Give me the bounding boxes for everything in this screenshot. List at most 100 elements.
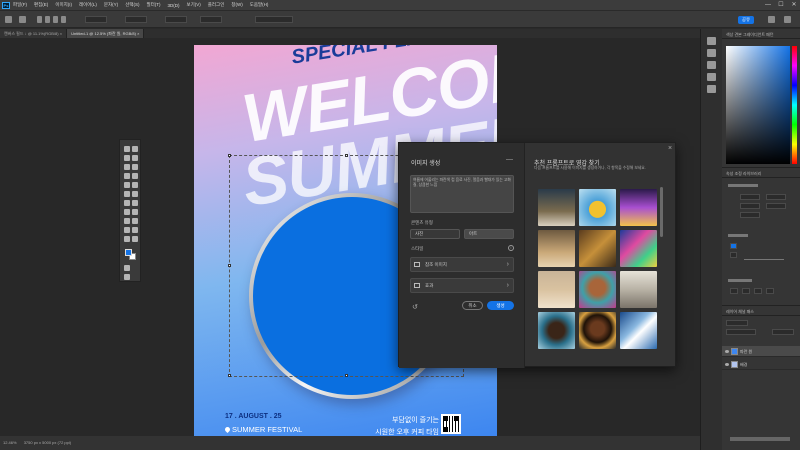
artboard-tool-icon[interactable]: [132, 146, 138, 152]
stroke-slider[interactable]: [744, 259, 784, 260]
menu-layer[interactable]: 레이어(L): [79, 2, 97, 8]
effects-button[interactable]: 효과 ›: [410, 278, 514, 293]
color-picker-field[interactable]: [726, 46, 790, 164]
zoom-level[interactable]: 12.46%: [3, 440, 17, 445]
paragraph-panel-icon[interactable]: [707, 73, 716, 81]
history-brush-icon[interactable]: [132, 191, 138, 197]
gallery-thumbnail[interactable]: [538, 271, 575, 308]
cancel-button[interactable]: 취소: [462, 301, 483, 310]
screen-mode-icon[interactable]: [124, 274, 130, 280]
gallery-thumbnail[interactable]: [538, 230, 575, 267]
collapse-icon[interactable]: —: [506, 156, 513, 163]
blur-tool-icon[interactable]: [124, 209, 130, 215]
prompt-textarea[interactable]: 여름에 어울리는 파란색 컵 음료 사진, 얼음과 빨대가 있는 고화질, 상큼…: [410, 175, 514, 213]
path-select-tool-icon[interactable]: [124, 227, 130, 233]
feather-field[interactable]: [85, 16, 107, 23]
healing-brush-icon[interactable]: [124, 182, 130, 188]
quick-mask-icon[interactable]: [124, 265, 130, 271]
marquee-tool-icon[interactable]: [19, 16, 26, 23]
object-select-tool-icon[interactable]: [124, 164, 130, 170]
gallery-thumbnail[interactable]: [538, 312, 575, 349]
menu-image[interactable]: 이미지(I): [55, 2, 72, 8]
marquee-tool-icon[interactable]: [124, 155, 130, 161]
pathfinder-button[interactable]: [730, 288, 738, 294]
select-and-mask-button[interactable]: [255, 16, 293, 23]
stroke-swatch[interactable]: [730, 252, 737, 258]
blend-mode-select[interactable]: [726, 329, 756, 335]
pen-tool-icon[interactable]: [124, 218, 130, 224]
close-window-button[interactable]: ✕: [788, 0, 800, 10]
eye-icon[interactable]: [725, 350, 729, 353]
gallery-thumbnail[interactable]: [579, 312, 616, 349]
info-icon[interactable]: i: [508, 245, 514, 251]
property-field[interactable]: [740, 212, 760, 218]
transform-handle[interactable]: [228, 154, 231, 157]
pathfinder-button[interactable]: [754, 288, 762, 294]
new-selection-icon[interactable]: [37, 16, 42, 23]
gallery-scrollbar[interactable]: [660, 187, 663, 237]
gallery-thumbnail[interactable]: [620, 230, 657, 267]
eye-icon[interactable]: [725, 363, 729, 366]
property-field[interactable]: [740, 194, 760, 200]
subtract-selection-icon[interactable]: [53, 16, 58, 23]
brush-tool-icon[interactable]: [132, 182, 138, 188]
menu-type[interactable]: 문자(Y): [104, 2, 118, 8]
eyedropper-tool-icon[interactable]: [132, 173, 138, 179]
hand-tool-icon[interactable]: [124, 236, 130, 242]
property-field[interactable]: [766, 194, 786, 200]
home-icon[interactable]: [5, 16, 12, 23]
gallery-thumbnail[interactable]: [620, 312, 657, 349]
layer-filter-select[interactable]: [726, 320, 748, 326]
history-icon[interactable]: ↺: [412, 303, 418, 311]
transform-handle[interactable]: [228, 264, 231, 267]
menu-view[interactable]: 보기(V): [187, 2, 201, 8]
transform-handle[interactable]: [228, 374, 231, 377]
gallery-thumbnail[interactable]: [579, 189, 616, 226]
layer-row[interactable]: 배경: [722, 359, 800, 370]
menu-edit[interactable]: 편집(E): [34, 2, 48, 8]
property-field[interactable]: [766, 203, 786, 209]
style-select[interactable]: [125, 16, 147, 23]
menu-select[interactable]: 선택(S): [125, 2, 139, 8]
menu-plugins[interactable]: 플러그인: [208, 2, 225, 8]
eraser-tool-icon[interactable]: [124, 200, 130, 206]
transform-handle[interactable]: [345, 154, 348, 157]
color-panel-tabs[interactable]: 색상 견본 그레이디언트 패턴: [722, 29, 800, 39]
pathfinder-button[interactable]: [742, 288, 750, 294]
zoom-tool-icon[interactable]: [132, 236, 138, 242]
pathfinder-button[interactable]: [766, 288, 774, 294]
gallery-thumbnail[interactable]: [579, 271, 616, 308]
properties-panel-icon[interactable]: [707, 49, 716, 57]
transform-handle[interactable]: [345, 374, 348, 377]
gallery-thumbnail[interactable]: [579, 230, 616, 267]
info-panel-icon[interactable]: [707, 61, 716, 69]
share-button[interactable]: 공유: [738, 16, 754, 24]
properties-panel-tabs[interactable]: 속성 조정 라이브러리: [722, 168, 800, 178]
document-tab[interactable]: 캔버스 필드 ↓ @ 11.1%(RGB/8) ×: [0, 29, 68, 38]
history-panel-icon[interactable]: [707, 37, 716, 45]
add-selection-icon[interactable]: [45, 16, 50, 23]
gallery-thumbnail[interactable]: [538, 189, 575, 226]
photoshop-logo-icon[interactable]: Ps: [2, 1, 10, 9]
intersect-selection-icon[interactable]: [61, 16, 66, 23]
hue-slider[interactable]: [792, 46, 797, 164]
opacity-field[interactable]: [772, 329, 794, 335]
close-icon[interactable]: ×: [668, 145, 672, 152]
menu-file[interactable]: 파일(F): [13, 2, 27, 8]
character-panel-icon[interactable]: [707, 85, 716, 93]
content-type-photo[interactable]: 사진: [410, 229, 460, 239]
generate-button[interactable]: 생성: [487, 301, 514, 310]
type-tool-icon[interactable]: [132, 218, 138, 224]
gradient-tool-icon[interactable]: [132, 200, 138, 206]
shape-tool-icon[interactable]: [132, 227, 138, 233]
gallery-thumbnail[interactable]: [620, 189, 657, 226]
menu-window[interactable]: 창(W): [231, 2, 242, 8]
crop-tool-icon[interactable]: [132, 164, 138, 170]
content-type-art[interactable]: 아트: [464, 229, 514, 239]
property-field[interactable]: [740, 203, 760, 209]
menu-3d[interactable]: 3D(D): [168, 3, 180, 8]
clone-stamp-icon[interactable]: [124, 191, 130, 197]
reference-image-button[interactable]: 참조 이미지 ›: [410, 257, 514, 272]
foreground-color-swatch[interactable]: [125, 249, 132, 256]
layer-actions-bar[interactable]: [730, 437, 790, 441]
